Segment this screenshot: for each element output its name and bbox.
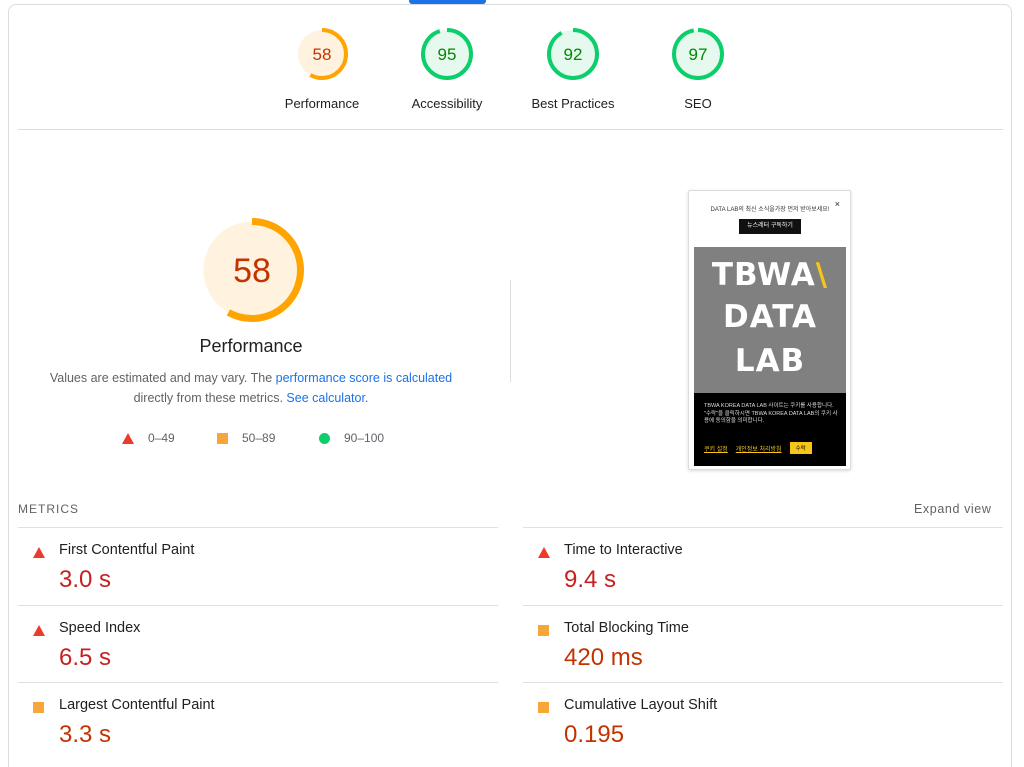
metric-value: 0.195 <box>564 721 625 748</box>
best-practices-gauge-ring: 92 <box>547 28 599 80</box>
desc-mid: directly from these metrics. <box>133 391 287 405</box>
performance-description: Values are estimated and may vary. The p… <box>30 368 472 408</box>
section-divider <box>18 129 1003 130</box>
gauge-score: 92 <box>564 45 583 64</box>
metric-value: 9.4 s <box>564 566 617 593</box>
metric-name: Largest Contentful Paint <box>59 697 215 713</box>
average-square-icon <box>33 702 44 713</box>
square-icon <box>217 432 228 444</box>
final-screenshot[interactable]: DATA LAB의 최신 소식을가장 먼저 받아보세요! × 뉴스레터 구독하기… <box>688 190 851 470</box>
metric-total-blocking-time: Total Blocking Time 420 ms <box>523 605 1003 682</box>
metrics-heading: METRICS <box>18 502 79 516</box>
cookie-banner: TBWA KOREA DATA LAB 사이트는 쿠키를 사용합니다. "수락"… <box>694 393 846 466</box>
cookie-links: 쿠키 설정 개인정보 처리방침 수락 <box>704 442 812 454</box>
average-square-icon <box>538 625 549 636</box>
metric-time-to-interactive: Time to Interactive 9.4 s <box>523 527 1003 604</box>
legend-pass: 90–100 <box>319 431 384 445</box>
metric-value: 3.0 s <box>59 566 112 593</box>
metric-value: 420 ms <box>564 644 643 671</box>
subscribe-button: 뉴스레터 구독하기 <box>739 219 801 234</box>
gauge-accessibility[interactable]: 95 Accessibility <box>392 28 502 111</box>
gauge-score: 97 <box>689 45 708 64</box>
hero-line-data: DATA <box>722 299 818 335</box>
gauge-score: 58 <box>313 45 332 64</box>
fail-triangle-icon <box>538 547 550 558</box>
hero-word: TBWA <box>711 257 816 293</box>
legend-fail: 0–49 <box>122 431 175 445</box>
average-square-icon <box>538 702 549 713</box>
legend-range: 90–100 <box>344 431 385 445</box>
gauge-label: SEO <box>684 96 712 111</box>
hero-line-lab: LAB <box>734 343 806 379</box>
score-gauges: 58 Performance 95 Accessibility 92 Best … <box>0 28 1024 118</box>
gauge-best-practices[interactable]: 92 Best Practices <box>518 28 628 111</box>
legend-range: 50–89 <box>242 431 276 445</box>
metric-name: Cumulative Layout Shift <box>564 697 718 713</box>
metric-name: First Contentful Paint <box>59 542 195 558</box>
score-calculation-link[interactable]: performance score is calculated <box>276 371 452 385</box>
hero-banner: TBWA\ DATA LAB <box>694 247 846 393</box>
accessibility-gauge-ring: 95 <box>421 28 473 80</box>
expand-view-toggle[interactable]: Expand view <box>914 502 991 516</box>
metric-largest-contentful-paint: Largest Contentful Paint 3.3 s <box>18 682 498 759</box>
metric-cumulative-layout-shift: Cumulative Layout Shift 0.195 <box>523 682 1003 759</box>
gauge-label: Accessibility <box>411 96 483 111</box>
legend-range: 0–49 <box>148 431 175 445</box>
gauge-seo[interactable]: 97 SEO <box>643 28 753 111</box>
metric-name: Total Blocking Time <box>564 620 689 636</box>
metric-name: Time to Interactive <box>564 542 683 558</box>
metric-value: 3.3 s <box>59 721 112 748</box>
active-tab-indicator <box>409 0 486 4</box>
circle-icon <box>319 432 330 444</box>
seo-gauge-ring: 97 <box>672 28 724 80</box>
legend-average: 50–89 <box>217 431 275 445</box>
close-icon: × <box>834 199 840 209</box>
gauge-label: Performance <box>284 96 360 111</box>
triangle-icon <box>122 432 134 444</box>
see-calculator-link[interactable]: See calculator. <box>286 391 368 405</box>
cookie-text: TBWA KOREA DATA LAB 사이트는 쿠키를 사용합니다. "수락"… <box>704 403 838 424</box>
metric-first-contentful-paint: First Contentful Paint 3.0 s <box>18 527 498 604</box>
fail-triangle-icon <box>33 625 45 636</box>
accept-button: 수락 <box>789 442 812 454</box>
newsletter-popup-text: DATA LAB의 최신 소식을가장 먼저 받아보세요! <box>710 207 830 213</box>
gauge-performance[interactable]: 58 Performance <box>267 28 377 111</box>
hero-line-tbwa: TBWA\ <box>694 257 846 293</box>
desc-prefix: Values are estimated and may vary. The <box>49 371 276 385</box>
metric-value: 6.5 s <box>59 644 112 671</box>
metric-speed-index: Speed Index 6.5 s <box>18 605 498 682</box>
privacy-link: 개인정보 처리방침 <box>735 446 782 453</box>
gauge-score: 58 <box>233 252 271 290</box>
metric-name: Speed Index <box>59 620 141 636</box>
performance-title: Performance <box>199 336 303 356</box>
vertical-divider <box>510 280 511 382</box>
cookie-settings-link: 쿠키 설정 <box>704 446 728 453</box>
hero-slash: \ <box>815 257 829 293</box>
fail-triangle-icon <box>33 547 45 558</box>
performance-gauge-ring: 58 <box>296 28 348 80</box>
performance-score-gauge: 58 <box>200 218 304 322</box>
gauge-label: Best Practices <box>531 96 615 111</box>
gauge-score: 95 <box>438 45 457 64</box>
